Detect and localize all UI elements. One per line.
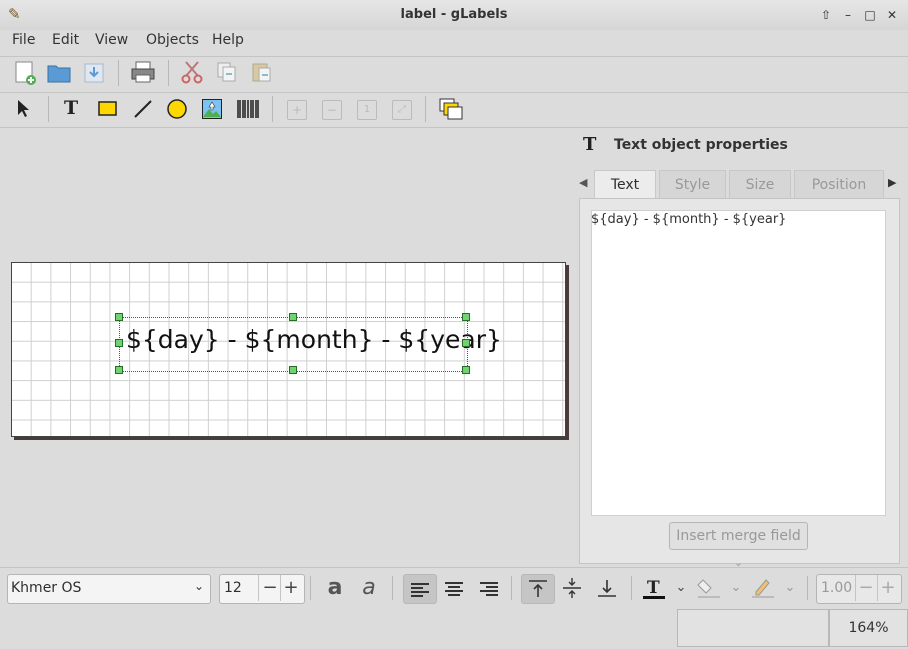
- cut-icon[interactable]: [180, 60, 204, 84]
- insert-merge-field-button[interactable]: Insert merge field ⌄: [669, 522, 808, 569]
- resize-handle-nw[interactable]: [115, 313, 123, 321]
- align-right-icon: [480, 582, 498, 596]
- align-center-button[interactable]: [438, 574, 470, 602]
- text-object[interactable]: ${day} - ${month} - ${year}: [126, 325, 502, 354]
- line-width-value[interactable]: 1.00: [821, 580, 852, 596]
- menu-objects[interactable]: Objects: [146, 32, 199, 48]
- pencil-icon: [752, 579, 774, 598]
- copy-icon[interactable]: [216, 61, 238, 83]
- italic-icon[interactable]: a: [356, 574, 382, 602]
- tab-size[interactable]: Size: [729, 170, 791, 199]
- ellipse-tool-icon[interactable]: [166, 98, 188, 120]
- image-tool-icon[interactable]: [201, 98, 223, 120]
- stepper-divider: [258, 575, 259, 601]
- resize-handle-ne[interactable]: [462, 313, 470, 321]
- valign-bottom-icon: [598, 580, 616, 597]
- resize-handle-n[interactable]: [289, 313, 297, 321]
- status-cursor-position: [677, 609, 829, 647]
- tab-position[interactable]: Position: [794, 170, 884, 199]
- chevron-down-icon: ⌄: [194, 579, 205, 593]
- toolbar-separator: [48, 96, 49, 122]
- line-width-increase-icon[interactable]: +: [878, 574, 898, 602]
- text-color-icon: T: [643, 578, 665, 599]
- svg-text:T: T: [647, 578, 660, 598]
- valign-top-button[interactable]: [521, 574, 555, 604]
- align-center-icon: [445, 582, 463, 596]
- align-left-button[interactable]: [403, 574, 437, 604]
- zoom-1to1-icon[interactable]: 1: [357, 100, 377, 120]
- zoom-level: 164%: [829, 609, 908, 647]
- new-file-icon[interactable]: [13, 60, 37, 86]
- properties-title: Text object properties: [614, 137, 788, 153]
- tab-text[interactable]: Text: [594, 170, 656, 199]
- fill-bucket-icon: [697, 579, 720, 598]
- menu-edit[interactable]: Edit: [52, 32, 79, 48]
- font-size-increase-icon[interactable]: +: [281, 574, 301, 602]
- align-left-icon: [411, 583, 429, 597]
- line-color-button[interactable]: [750, 574, 776, 602]
- open-folder-icon[interactable]: [47, 62, 71, 84]
- resize-handle-sw[interactable]: [115, 366, 123, 374]
- text-editor[interactable]: [591, 210, 886, 516]
- print-icon[interactable]: [130, 60, 156, 84]
- close-icon[interactable]: ✕: [884, 8, 900, 22]
- line-tool-icon[interactable]: [132, 98, 154, 120]
- font-size-value[interactable]: 12: [224, 580, 242, 596]
- resize-handle-se[interactable]: [462, 366, 470, 374]
- toolbar-separator: [168, 60, 169, 86]
- zoom-in-icon[interactable]: +: [287, 100, 307, 120]
- align-right-button[interactable]: [473, 574, 505, 602]
- toolbar-separator-line: [0, 92, 908, 93]
- font-size-decrease-icon[interactable]: −: [260, 574, 280, 602]
- zoom-out-icon[interactable]: −: [322, 100, 342, 120]
- menu-file[interactable]: File: [12, 32, 35, 48]
- toolbar-separator: [511, 576, 512, 600]
- line-width-decrease-icon[interactable]: −: [856, 574, 876, 602]
- resize-handle-s[interactable]: [289, 366, 297, 374]
- toolbar-separator: [807, 576, 808, 600]
- menu-view[interactable]: View: [95, 32, 128, 48]
- window-title: label - gLabels: [400, 7, 508, 22]
- toolbar-separator: [118, 60, 119, 86]
- maximize-icon[interactable]: □: [862, 8, 878, 22]
- tab-scroll-left-icon[interactable]: ◀: [579, 176, 587, 189]
- text-color-button[interactable]: T: [641, 574, 667, 602]
- text-object-icon: T: [583, 134, 597, 155]
- text-tool-icon[interactable]: T: [64, 97, 78, 119]
- chevron-down-icon[interactable]: ⌄: [727, 574, 745, 602]
- insert-merge-field-label: Insert merge field: [676, 528, 801, 544]
- merge-properties-icon[interactable]: [438, 97, 464, 121]
- toolbar-separator: [310, 576, 311, 600]
- valign-top-icon: [529, 580, 547, 597]
- toolbar-separator: [272, 96, 273, 122]
- paste-icon[interactable]: [251, 61, 273, 83]
- resize-handle-e[interactable]: [462, 339, 470, 347]
- resize-handle-w[interactable]: [115, 339, 123, 347]
- zoom-fit-icon[interactable]: ⤢: [392, 100, 412, 120]
- box-tool-icon[interactable]: [97, 99, 119, 119]
- font-family-value: Khmer OS: [11, 580, 82, 596]
- valign-middle-icon: [563, 578, 581, 598]
- toolbar-separator: [392, 576, 393, 600]
- select-arrow-icon[interactable]: [15, 98, 33, 120]
- bold-icon[interactable]: a: [322, 574, 348, 602]
- chevron-down-icon[interactable]: ⌄: [672, 574, 690, 602]
- text-editor-value[interactable]: ${day} - ${month} - ${year}: [591, 212, 786, 227]
- toolbar-separator: [631, 576, 632, 600]
- window-up-icon[interactable]: ⇧: [818, 8, 834, 22]
- barcode-tool-icon[interactable]: [236, 98, 260, 120]
- valign-middle-button[interactable]: [556, 574, 588, 602]
- tab-scroll-right-icon[interactable]: ▶: [888, 176, 896, 189]
- fill-color-button[interactable]: [696, 574, 722, 602]
- valign-bottom-button[interactable]: [591, 574, 623, 602]
- tab-style[interactable]: Style: [659, 170, 726, 199]
- chevron-down-icon[interactable]: ⌄: [781, 574, 799, 602]
- toolbar-separator: [425, 96, 426, 122]
- toolbar-separator-line: [0, 127, 908, 128]
- menu-help[interactable]: Help: [212, 32, 244, 48]
- toolbar-separator-line: [0, 56, 908, 57]
- minimize-icon[interactable]: –: [840, 8, 856, 22]
- format-bar-border: [0, 567, 908, 568]
- save-icon[interactable]: [83, 62, 105, 84]
